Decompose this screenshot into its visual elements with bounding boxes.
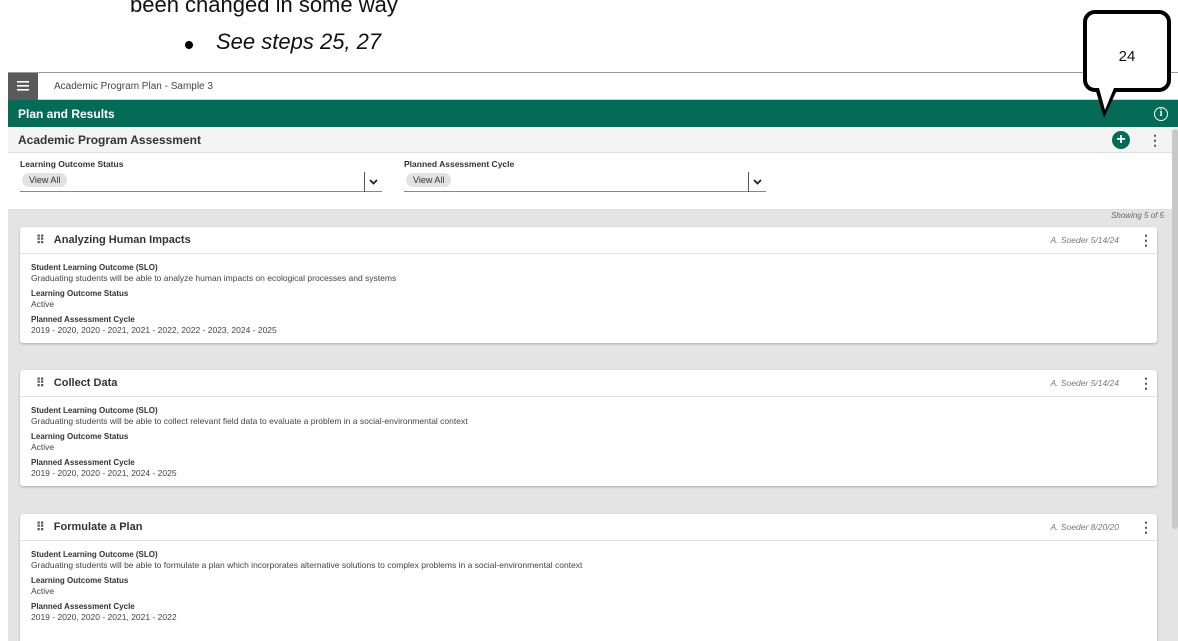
card-meta: A. Soeder 5/14/24 ⋮	[1050, 376, 1153, 390]
drag-handle-icon[interactable]: ⠿	[36, 376, 45, 390]
plan-results-title: Plan and Results	[18, 106, 115, 121]
card-title-group: ⠿ Collect Data	[36, 376, 117, 390]
field-value: 2019 - 2020, 2020 - 2021, 2021 - 2022	[31, 612, 177, 622]
field-value: 2019 - 2020, 2020 - 2021, 2021 - 2022, 2…	[31, 325, 277, 335]
chevron-down-icon[interactable]	[748, 172, 766, 192]
filter-chip[interactable]: View All	[22, 173, 68, 187]
chevron-down-icon[interactable]	[364, 172, 382, 192]
app-window: Academic Program Plan - Sample 3 Plan an…	[8, 72, 1178, 641]
filter-label: Learning Outcome Status	[20, 159, 124, 169]
field-value: Active	[31, 299, 55, 309]
document-intro-text: been changed in some way	[130, 0, 398, 17]
app-title: Academic Program Plan - Sample 3	[54, 80, 213, 92]
card-title[interactable]: Collect Data	[54, 377, 118, 389]
bullet-dot	[185, 41, 193, 49]
callout-pointer-fill	[1099, 88, 1114, 110]
top-bar: Academic Program Plan - Sample 3	[8, 72, 1178, 100]
field-label: Planned Assessment Cycle	[31, 602, 135, 611]
planned-assessment-cycle-select[interactable]: View All	[404, 172, 766, 192]
section-header: Academic Program Assessment + ⋮	[8, 127, 1178, 153]
section-title: Academic Program Assessment	[18, 132, 201, 147]
card-meta: A. Soeder 8/20/20 ⋮	[1050, 520, 1153, 534]
filter-label: Planned Assessment Cycle	[404, 159, 515, 169]
drag-handle-icon[interactable]: ⠿	[36, 233, 45, 247]
field-label: Learning Outcome Status	[31, 576, 129, 585]
outcome-card: ⠿ Formulate a Plan A. Soeder 8/20/20 ⋮ S…	[20, 514, 1157, 641]
card-body: Student Learning Outcome (SLO) Graduatin…	[20, 397, 1157, 486]
card-author: A. Soeder 8/20/20	[1050, 522, 1119, 532]
field-value: Graduating students will be able to anal…	[31, 273, 397, 283]
learning-outcome-status-select[interactable]: View All	[20, 172, 382, 192]
card-header: ⠿ Collect Data A. Soeder 5/14/24 ⋮	[20, 370, 1157, 397]
filter-bar: Learning Outcome Status View All Planned…	[8, 153, 1178, 210]
outcome-card: ⠿ Analyzing Human Impacts A. Soeder 5/14…	[20, 227, 1157, 343]
card-title-group: ⠿ Analyzing Human Impacts	[36, 233, 191, 247]
field-value: 2019 - 2020, 2020 - 2021, 2024 - 2025	[31, 468, 177, 478]
card-title[interactable]: Formulate a Plan	[54, 521, 143, 533]
filter-learning-outcome-status: Learning Outcome Status View All	[20, 159, 382, 192]
outcome-card: ⠿ Collect Data A. Soeder 5/14/24 ⋮ Stude…	[20, 370, 1157, 486]
section-kebab-menu-icon[interactable]: ⋮	[1148, 133, 1162, 147]
document-step-reference: See steps 25, 27	[216, 29, 382, 54]
card-kebab-menu-icon[interactable]: ⋮	[1139, 520, 1153, 534]
field-value: Active	[31, 442, 55, 452]
field-value: Graduating students will be able to form…	[31, 560, 583, 570]
field-label: Planned Assessment Cycle	[31, 458, 135, 467]
card-header: ⠿ Analyzing Human Impacts A. Soeder 5/14…	[20, 227, 1157, 254]
field-label: Student Learning Outcome (SLO)	[31, 263, 158, 272]
field-value: Active	[31, 586, 55, 596]
field-value: Graduating students will be able to coll…	[31, 416, 468, 426]
step-callout: 24	[1083, 10, 1171, 92]
card-meta: A. Soeder 5/14/24 ⋮	[1050, 233, 1153, 247]
field-label: Planned Assessment Cycle	[31, 315, 135, 324]
card-header: ⠿ Formulate a Plan A. Soeder 8/20/20 ⋮	[20, 514, 1157, 541]
callout-number: 24	[1118, 48, 1136, 65]
section-actions: + ⋮	[1112, 130, 1168, 149]
filter-planned-assessment-cycle: Planned Assessment Cycle View All	[404, 159, 766, 192]
vertical-scrollbar[interactable]	[1172, 129, 1178, 529]
field-label: Learning Outcome Status	[31, 289, 129, 298]
plus-circle-icon[interactable]: +	[1112, 130, 1130, 149]
drag-handle-icon[interactable]: ⠿	[36, 520, 45, 534]
card-title[interactable]: Analyzing Human Impacts	[54, 234, 191, 246]
field-label: Student Learning Outcome (SLO)	[31, 550, 158, 559]
card-title-group: ⠿ Formulate a Plan	[36, 520, 142, 534]
plan-results-bar: Plan and Results i	[8, 100, 1178, 127]
card-body: Student Learning Outcome (SLO) Graduatin…	[20, 541, 1157, 630]
results-count: Showing 5 of 5	[1111, 211, 1164, 220]
card-kebab-menu-icon[interactable]: ⋮	[1139, 376, 1153, 390]
card-author: A. Soeder 5/14/24	[1050, 235, 1119, 245]
field-label: Student Learning Outcome (SLO)	[31, 406, 158, 415]
card-body: Student Learning Outcome (SLO) Graduatin…	[20, 254, 1157, 343]
filter-chip[interactable]: View All	[406, 173, 452, 187]
field-label: Learning Outcome Status	[31, 432, 129, 441]
hamburger-icon[interactable]	[8, 72, 38, 100]
card-author: A. Soeder 5/14/24	[1050, 378, 1119, 388]
card-kebab-menu-icon[interactable]: ⋮	[1139, 233, 1153, 247]
info-circle-icon[interactable]: i	[1154, 106, 1168, 121]
